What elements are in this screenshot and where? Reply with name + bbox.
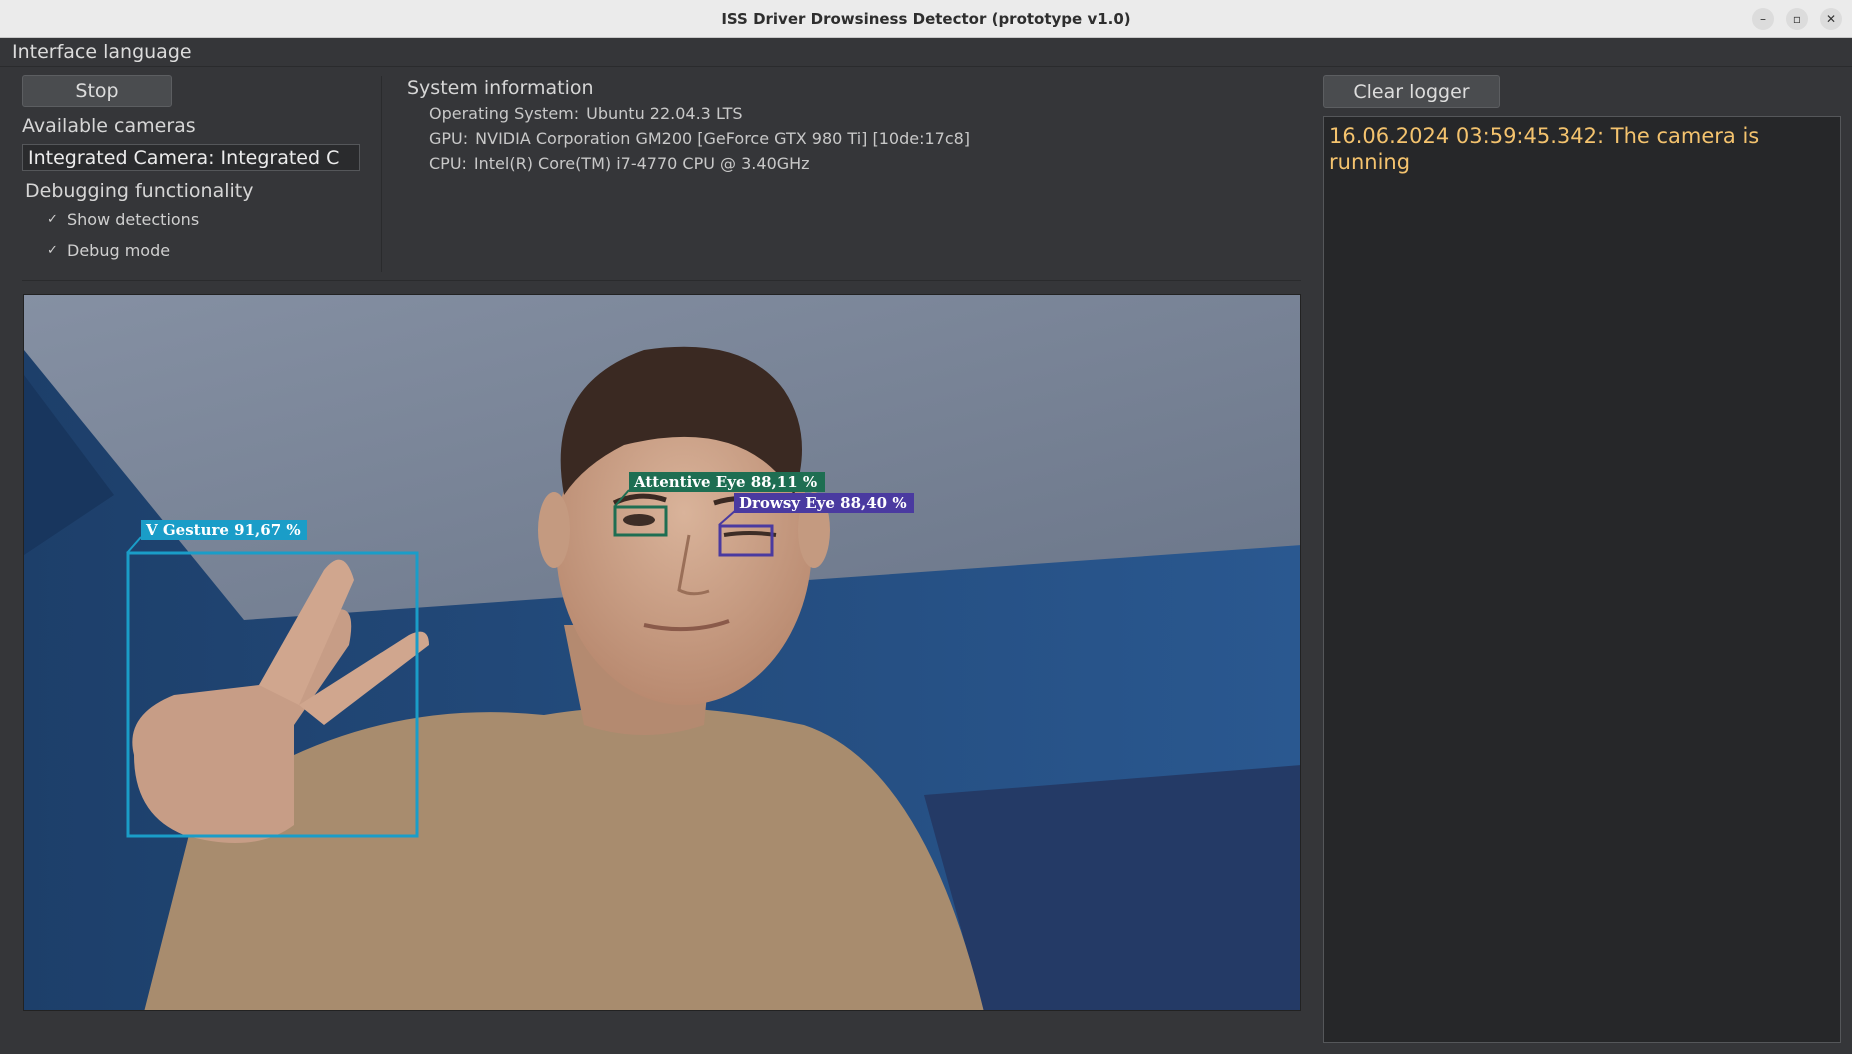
window-controls: – ▫ ✕ [1752, 8, 1842, 30]
system-info-value: NVIDIA Corporation GM200 [GeForce GTX 98… [475, 129, 971, 148]
menu-interface-language[interactable]: Interface language [12, 41, 192, 63]
section-divider [22, 280, 1301, 281]
system-info-value: Intel(R) Core(TM) i7-4770 CPU @ 3.40GHz [473, 154, 810, 173]
system-info-key: CPU: [429, 154, 467, 173]
system-info-key: GPU: [429, 129, 469, 148]
system-information-title: System information [407, 77, 594, 99]
eye-right-closed [723, 531, 777, 537]
camera-frame: V Gesture 91,67 % Attentive Eye 88,11 % … [24, 295, 1300, 1010]
minimize-icon[interactable]: – [1752, 8, 1774, 30]
logger-panel[interactable]: 16.06.2024 03:59:45.342: The camera is r… [1323, 116, 1841, 1043]
camera-feed: V Gesture 91,67 % Attentive Eye 88,11 % … [23, 294, 1301, 1011]
show-detections-checkbox[interactable]: ✓ Show detections [47, 210, 199, 229]
debug-mode-checkbox[interactable]: ✓ Debug mode [47, 241, 170, 260]
clear-logger-button[interactable]: Clear logger [1323, 75, 1500, 108]
ear-left [538, 492, 570, 568]
eye-left [623, 514, 655, 526]
window-title: ISS Driver Drowsiness Detector (prototyp… [721, 9, 1131, 28]
panel-divider [381, 76, 382, 272]
system-info-key: Operating System: [429, 104, 580, 123]
bed-cover [924, 765, 1300, 1010]
window-titlebar: ISS Driver Drowsiness Detector (prototyp… [0, 0, 1852, 38]
menubar: Interface language [0, 38, 1852, 67]
maximize-icon[interactable]: ▫ [1786, 8, 1808, 30]
stop-button[interactable]: Stop [22, 75, 172, 107]
checkmark-icon: ✓ [47, 243, 58, 258]
camera-select-value: Integrated Camera: Integrated C [28, 146, 340, 169]
checkmark-icon: ✓ [47, 212, 58, 227]
log-entry: 16.06.2024 03:59:45.342: The camera is r… [1329, 124, 1760, 174]
system-info-row-gpu: GPU: NVIDIA Corporation GM200 [GeForce GT… [429, 129, 970, 148]
detection-label: V Gesture 91,67 % [145, 521, 301, 539]
system-info-value: Ubuntu 22.04.3 LTS [586, 104, 743, 123]
detection-label: Drowsy Eye 88,40 % [739, 494, 907, 512]
available-cameras-label: Available cameras [22, 115, 196, 137]
show-detections-label: Show detections [67, 210, 200, 229]
camera-select[interactable]: Integrated Camera: Integrated C [22, 144, 360, 171]
close-icon[interactable]: ✕ [1820, 8, 1842, 30]
system-info-row-cpu: CPU: Intel(R) Core(TM) i7-4770 CPU @ 3.40… [429, 154, 810, 173]
detection-label: Attentive Eye 88,11 % [633, 473, 817, 491]
debugging-functionality-label: Debugging functionality [25, 180, 254, 202]
debug-mode-label: Debug mode [67, 241, 171, 260]
system-info-row-os: Operating System: Ubuntu 22.04.3 LTS [429, 104, 743, 123]
